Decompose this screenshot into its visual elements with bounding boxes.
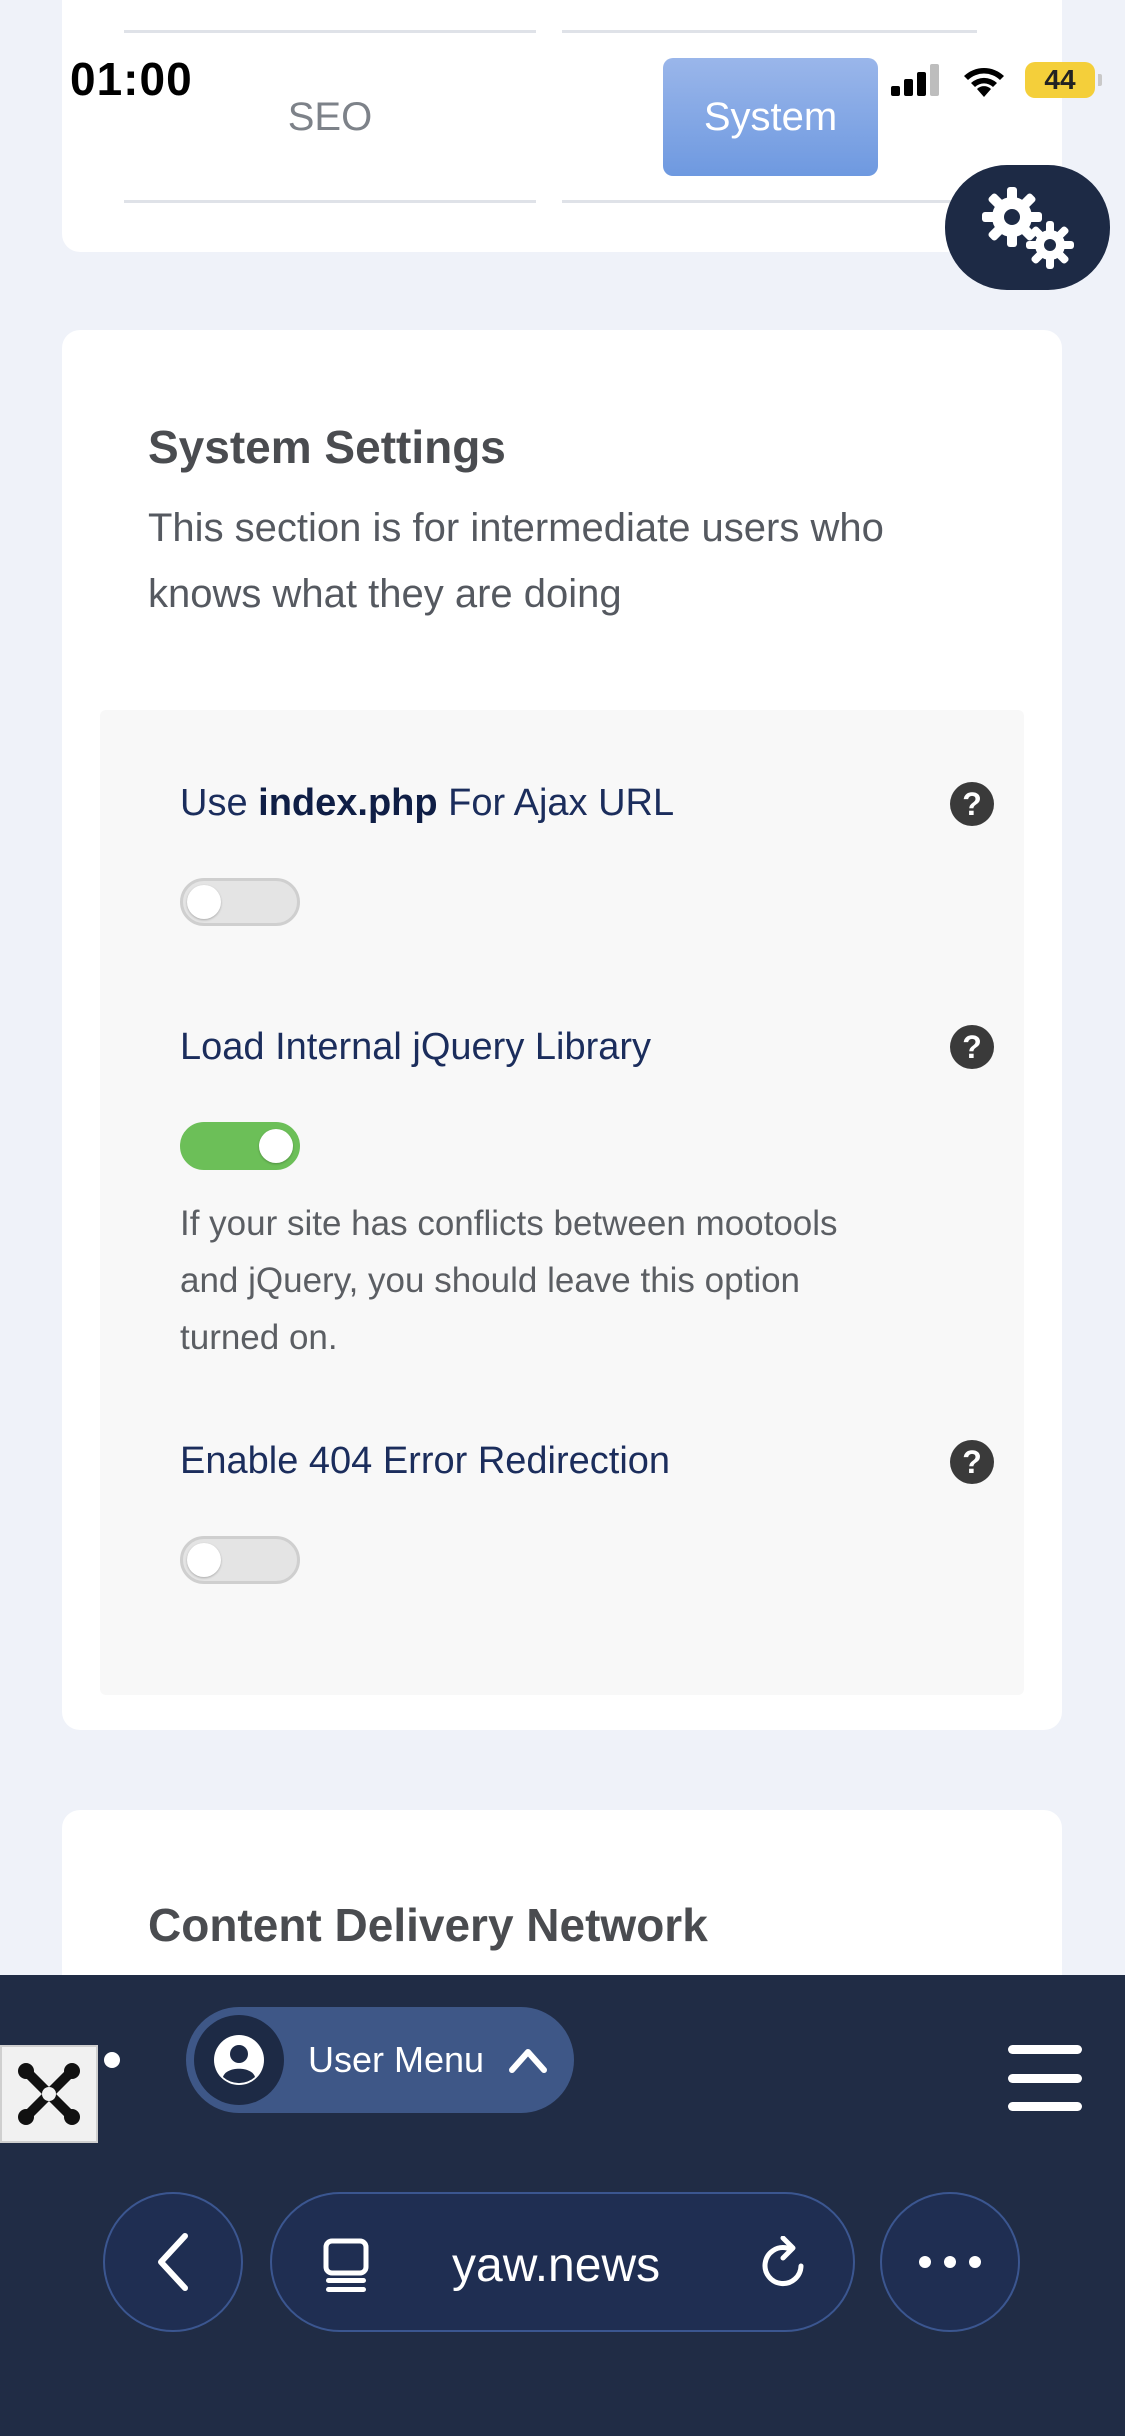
status-time: 01:00 [70,53,193,105]
section-title: System Settings [148,421,506,473]
address-bar[interactable]: yaw.news [270,2192,855,2332]
cdn-title: Content Delivery Network [148,1899,708,1951]
more-options-button[interactable] [880,2192,1020,2332]
section-description: This section is for intermediate users w… [148,506,884,616]
cellular-signal-icon [891,64,939,96]
back-button[interactable] [103,2192,243,2332]
user-menu-label: User Menu [308,2039,485,2080]
error-404-label: Enable 404 Error Redirection [180,1440,671,1482]
hamburger-menu-icon[interactable] [1008,2045,1082,2111]
chevron-up-icon [509,2049,548,2073]
help-icon[interactable]: ? [950,1440,994,1484]
ajax-url-label-suffix: For Ajax URL [437,782,675,824]
hamburger-line [1008,2045,1082,2054]
system-settings-card: System Settings This section is for inte… [62,330,1062,1730]
toggle-knob [187,1543,221,1577]
jquery-library-note: If your site has conflicts between mooto… [180,1204,838,1357]
tab-system[interactable]: System [663,58,878,176]
ajax-url-label: Use index.php For Ajax URL [180,782,674,825]
tabs-card: SEO [62,0,1062,252]
battery-icon: 44 [1025,62,1102,98]
help-icon[interactable]: ? [950,782,994,826]
settings-panel: Use index.php For Ajax URL ? Load Intern… [100,710,1024,1695]
user-circle-icon [214,2035,264,2085]
ellipsis-icon [919,2256,981,2268]
gears-icon [981,186,1074,269]
help-icon[interactable]: ? [950,1025,994,1069]
jquery-library-toggle[interactable] [180,1122,300,1170]
status-dot [104,2052,120,2068]
joomla-logo[interactable] [0,2045,98,2143]
tab-underline [562,200,977,203]
wifi-icon [964,68,1004,97]
error-404-toggle[interactable] [180,1536,300,1584]
reload-icon[interactable] [757,2236,811,2292]
ajax-url-toggle[interactable] [180,878,300,926]
tab-divider [562,30,977,33]
url-text: yaw.news [452,2239,661,2292]
hamburger-line [1008,2073,1082,2083]
settings-gear-button[interactable] [945,165,1110,290]
tabs-icon [323,2238,369,2292]
tab-divider [124,30,536,33]
joomla-icon [18,2063,80,2125]
toggle-knob [187,885,221,919]
ajax-url-label-bold: index.php [258,782,438,824]
toggle-knob [259,1129,293,1163]
status-icons: 44 [891,62,1102,98]
chevron-left-icon [158,2233,188,2291]
tab-underline [124,200,536,203]
user-menu-button[interactable]: User Menu [186,2007,574,2113]
user-avatar [194,2015,284,2105]
hamburger-line [1008,2102,1082,2111]
ajax-url-label-prefix: Use [180,782,259,824]
jquery-library-label: Load Internal jQuery Library [180,1026,652,1068]
